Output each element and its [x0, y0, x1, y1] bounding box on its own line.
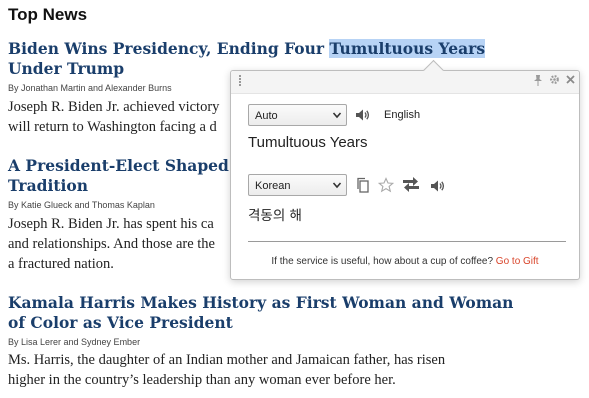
article-3-headline[interactable]: Kamala Harris Makes History as First Wom… [8, 293, 513, 333]
chevron-down-icon [332, 112, 342, 119]
close-icon[interactable] [563, 74, 577, 88]
headline-text-line2: of Color as Vice President [8, 313, 233, 332]
summary-line: Joseph R. Biden Jr. has spent his ca [8, 216, 214, 232]
swap-icon[interactable] [402, 177, 419, 193]
footer: If the service is useful, how about a cu… [231, 256, 579, 267]
drag-handle-icon[interactable] [238, 75, 242, 87]
star-icon[interactable] [377, 177, 395, 193]
article-3-byline: By Lisa Lerer and Sydney Ember [8, 337, 141, 347]
footer-text: If the service is useful, how about a cu… [271, 256, 494, 267]
article-2-summary: Joseph R. Biden Jr. has spent his ca and… [8, 214, 215, 274]
gear-icon[interactable] [547, 74, 561, 88]
summary-line: and relationships. And those are the [8, 236, 215, 252]
headline-text-line2: Under Trump [8, 59, 125, 78]
speaker-icon[interactable] [430, 179, 446, 193]
headline-text: A President-Elect Shaped b [8, 156, 246, 175]
speaker-icon[interactable] [355, 108, 371, 122]
gift-link[interactable]: Go to Gift [496, 256, 539, 267]
section-title: Top News [8, 5, 88, 24]
summary-line: a fractured nation. [8, 256, 114, 272]
result-language-value: Korean [255, 180, 291, 192]
summary-line: will return to Washington facing a d [8, 119, 217, 135]
chevron-down-icon [332, 182, 342, 189]
article-2-byline: By Katie Glueck and Thomas Kaplan [8, 200, 155, 210]
source-text: Tumultuous Years [248, 134, 368, 151]
pin-icon[interactable] [531, 74, 545, 88]
translator-popup: Auto English Tumultuous Years Korean 격동의… [230, 59, 580, 280]
summary-line: Joseph R. Biden Jr. achieved victory [8, 99, 220, 115]
result-language-select[interactable]: Korean [248, 174, 347, 196]
article-3-summary: Ms. Harris, the daughter of an Indian mo… [8, 350, 445, 390]
summary-line: higher in the country’s leadership than … [8, 372, 396, 388]
copy-icon[interactable] [355, 177, 371, 193]
popup-titlebar[interactable] [231, 71, 579, 94]
source-language-select[interactable]: Auto [248, 104, 347, 126]
headline-text-line2: Tradition [8, 176, 88, 195]
headline-text: Biden Wins Presidency, Ending Four [8, 39, 330, 58]
source-language-value: Auto [255, 110, 278, 122]
article-1-byline: By Jonathan Martin and Alexander Burns [8, 83, 172, 93]
article-1-summary: Joseph R. Biden Jr. achieved victory wil… [8, 97, 219, 137]
target-language-label: English [384, 109, 421, 121]
highlighted-selection: Tumultuous Years [329, 39, 486, 58]
headline-text: Kamala Harris Makes History as First Wom… [8, 293, 514, 312]
article-2-headline[interactable]: A President-Elect Shaped b Tradition [8, 156, 245, 196]
divider [248, 241, 566, 242]
summary-line: Ms. Harris, the daughter of an Indian mo… [8, 352, 446, 368]
translation-result: 격동의 해 [248, 208, 302, 224]
